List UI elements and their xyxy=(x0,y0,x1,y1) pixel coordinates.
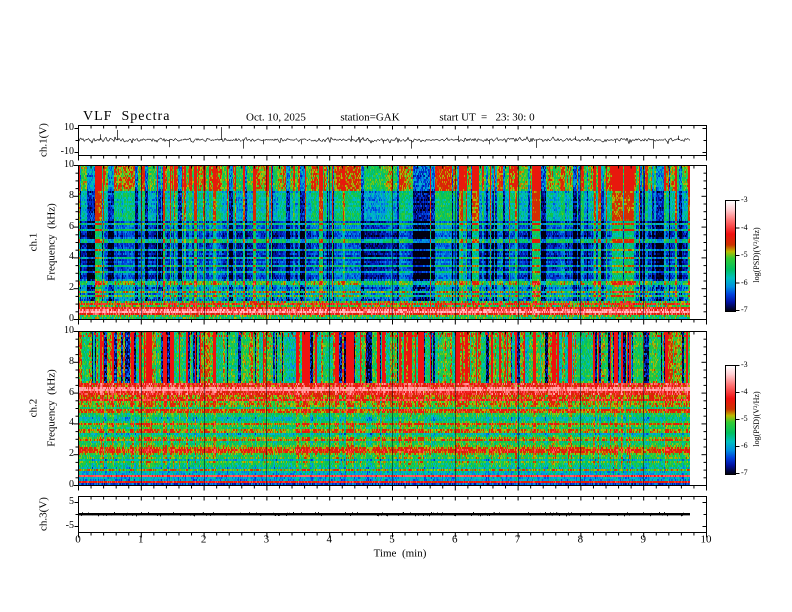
x-tick-label: 5 xyxy=(389,533,395,546)
x-tick-label: 6 xyxy=(452,533,458,546)
x-tick-label: 3 xyxy=(263,533,270,546)
ch3v-tick-label: 5 xyxy=(69,496,74,507)
colorbar-tick-label: -4 xyxy=(741,222,748,232)
freq-tick-label: 2 xyxy=(69,282,74,294)
freq-tick-label: 0 xyxy=(69,313,74,324)
ch1-voltage-axis-label: ch.1(V) xyxy=(37,123,50,157)
ch1-channel-label: ch.1 xyxy=(27,232,40,252)
freq-tick-label: 4 xyxy=(69,417,74,429)
ch3v-tick-label: -5 xyxy=(65,520,74,531)
ch1-frequency-axis-label: Frequency (kHz) xyxy=(45,203,58,281)
vlf-spectra-screen: VLF Spectra Oct. 10, 2025 station=GAK st… xyxy=(0,0,792,612)
ch1v-tick-label: -10 xyxy=(60,146,74,157)
ch2-frequency-axis-label: Frequency (kHz) xyxy=(45,369,58,447)
ch3-voltage-axis-label: ch.3(V) xyxy=(37,497,50,531)
freq-tick-label: 4 xyxy=(69,251,74,263)
colorbar-tick-label: -4 xyxy=(741,387,748,396)
colorbar1-title: log(PSD)(V²/Hz) xyxy=(752,227,761,283)
x-tick-label: 8 xyxy=(577,533,584,546)
x-tick-label: 4 xyxy=(326,533,332,546)
x-tick-label: 9 xyxy=(640,533,646,546)
x-tick-label: 2 xyxy=(200,533,207,546)
colorbar-tick-label: -5 xyxy=(741,250,748,259)
colorbar-tick-label: -5 xyxy=(741,414,748,423)
freq-tick-label: 10 xyxy=(64,159,74,170)
colorbar2-title: log(PSD)(V²/Hz) xyxy=(752,391,761,447)
colorbar-tick-label: -3 xyxy=(741,360,748,369)
freq-tick-label: 10 xyxy=(64,325,74,336)
x-tick-label: 10 xyxy=(700,533,712,546)
x-tick-label: 1 xyxy=(138,533,144,546)
axes-frame xyxy=(0,0,792,612)
freq-tick-label: 6 xyxy=(69,386,74,398)
ch2-channel-label: ch.2 xyxy=(27,398,40,418)
freq-tick-label: 6 xyxy=(69,220,74,232)
colorbar-tick-label: -3 xyxy=(741,195,748,204)
colorbar-tick-label: -6 xyxy=(741,277,748,287)
colorbar-tick-label: -7 xyxy=(741,305,748,314)
colorbar-tick-label: -7 xyxy=(741,468,748,477)
colorbar-tick-label: -6 xyxy=(741,441,748,450)
x-tick-label: 7 xyxy=(514,533,521,546)
freq-tick-label: 0 xyxy=(69,479,74,490)
freq-tick-label: 2 xyxy=(69,448,74,460)
ch1v-tick-label: 10 xyxy=(64,122,74,133)
freq-tick-label: 8 xyxy=(69,355,74,367)
x-axis-title: Time (min) xyxy=(373,547,427,560)
freq-tick-label: 8 xyxy=(69,189,74,201)
x-tick-label: 0 xyxy=(75,533,81,546)
